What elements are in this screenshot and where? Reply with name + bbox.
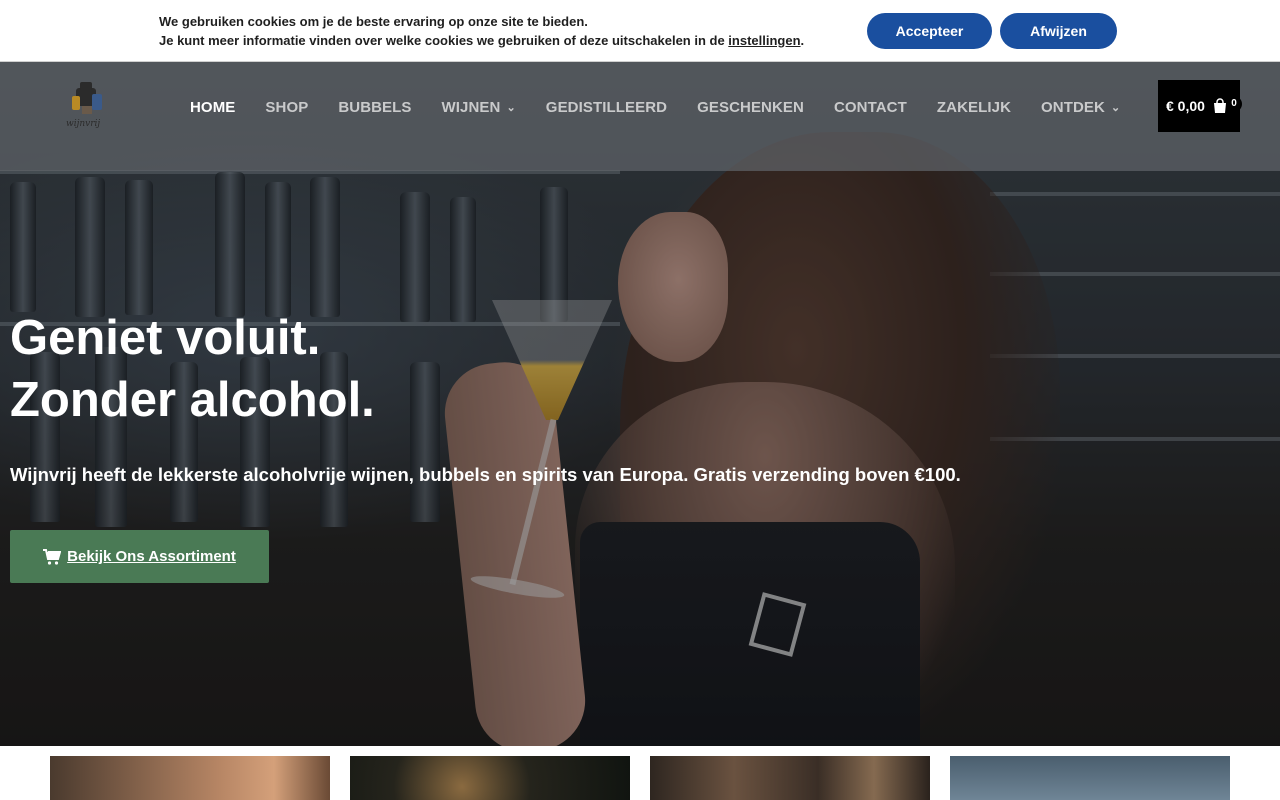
cookie-notice-line-2-suffix: . [800,33,805,48]
wijnvrij-logo-icon[interactable]: wijnvrij [62,78,114,132]
view-assortment-label: Bekijk Ons Assortiment [67,548,236,565]
site-header: wijnvrij HOME SHOP BUBBELS WIJNEN ⌄ GEDIS… [0,62,1280,171]
cart-count-badge: 0 [1226,96,1242,112]
cart-button[interactable]: € 0,00 0 [1158,80,1242,132]
nav-item-ontdek[interactable]: ONTDEK ⌄ [1041,99,1120,116]
cookie-settings-link[interactable]: instellingen [728,33,800,48]
nav-item-label: GEDISTILLEERD [545,98,668,116]
nav-item-contact[interactable]: CONTACT [834,99,907,116]
nav-item-label: HOME [190,98,236,116]
category-card-image[interactable] [350,756,630,800]
nav-item-shop[interactable]: SHOP [265,99,308,116]
nav-item-bubbels[interactable]: BUBBELS [338,99,411,116]
nav-item-label: CONTACT [833,98,907,116]
cookie-notice-line-1: We gebruiken cookies om je de beste erva… [159,14,588,29]
cookie-notice-line-2-prefix: Je kunt meer informatie vinden over welk… [159,33,729,48]
hero-subtitle: Wijnvrij heeft de lekkerste alcoholvrije… [10,464,961,485]
nav-item-label: GESCHENKEN [697,98,804,116]
chevron-down-icon: ⌄ [1110,101,1121,114]
nav-item-label: SHOP [265,98,309,116]
cookie-notice-line-2: Je kunt meer informatie vinden over welk… [159,31,804,50]
hero-title: Geniet voluit. Zonder alcohol. [10,307,375,431]
cart-total: € 0,00 [1166,98,1205,114]
nav-item-home[interactable]: HOME [190,99,235,116]
shopping-cart-icon [43,548,62,565]
cookie-notice-text: We gebruiken cookies om je de beste erva… [159,12,804,50]
hero-title-line-2: Zonder alcohol. [10,373,375,427]
nav-item-label: WIJNEN [441,98,501,116]
svg-text:wijnvrij: wijnvrij [66,119,100,129]
hero-title-line-1: Geniet voluit. [10,311,321,365]
nav-item-wijnen[interactable]: WIJNEN ⌄ [442,99,516,116]
category-cards [0,746,1280,800]
category-card-image[interactable] [650,756,930,800]
cookie-accept-button[interactable]: Accepteer [867,13,992,49]
nav-item-zakelijk[interactable]: ZAKELIJK [937,99,1011,116]
category-card-image[interactable] [50,756,330,800]
cookie-reject-button[interactable]: Afwijzen [1000,13,1117,49]
nav-item-label: ZAKELIJK [936,98,1012,116]
category-card-image[interactable] [950,756,1230,800]
nav-item-gedistilleerd[interactable]: GEDISTILLEERD [546,99,667,116]
chevron-down-icon: ⌄ [506,101,516,114]
view-assortment-button[interactable]: Bekijk Ons Assortiment [10,530,269,583]
nav-item-label: BUBBELS [338,98,412,116]
nav-item-label: ONTDEK [1041,98,1105,116]
main-navigation: HOME SHOP BUBBELS WIJNEN ⌄ GEDISTILLEERD … [190,96,1150,118]
nav-item-geschenken[interactable]: GESCHENKEN [697,99,804,116]
cookie-notice-bar: We gebruiken cookies om je de beste erva… [0,0,1280,62]
